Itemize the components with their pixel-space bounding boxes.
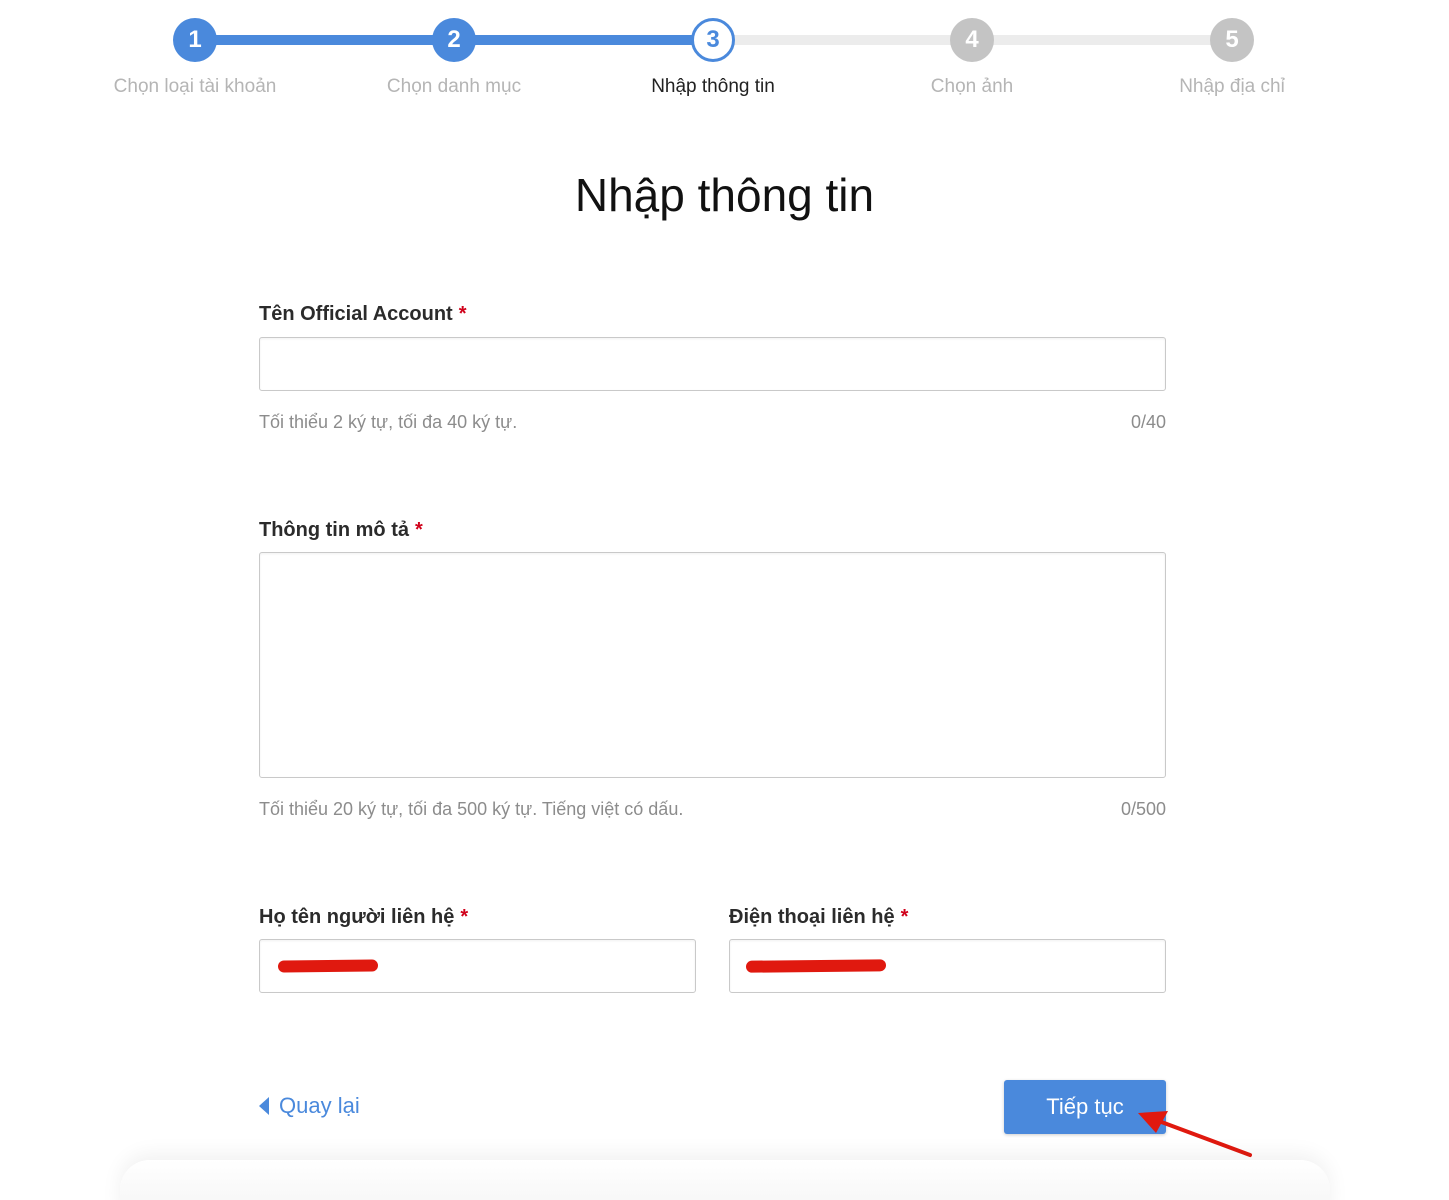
required-mark: * bbox=[414, 519, 423, 541]
redaction-mark bbox=[745, 959, 887, 973]
step-label: Chọn danh mục bbox=[386, 76, 522, 97]
contact-phone-label: Điện thoại liên hệ * bbox=[729, 906, 908, 929]
step-choose-image: 4 Chọn ảnh bbox=[872, 18, 1072, 98]
step-label: Chọn loại tài khoản bbox=[113, 76, 277, 97]
step-choose-account-type[interactable]: 1 Chọn loại tài khoản bbox=[95, 18, 295, 98]
description-helper: Tối thiểu 20 ký tự, tối đa 500 ký tự. Ti… bbox=[259, 799, 684, 819]
progress-stepper: 1 Chọn loại tài khoản 2 Chọn danh mục 3 … bbox=[0, 0, 1449, 110]
back-link-label: Quay lại bbox=[279, 1093, 360, 1118]
description-label: Thông tin mô tả * bbox=[259, 519, 423, 542]
bottom-panel-edge bbox=[120, 1160, 1330, 1200]
step-number-badge: 1 bbox=[173, 18, 217, 62]
step-number-badge: 3 bbox=[691, 18, 735, 62]
oa-name-label: Tên Official Account * bbox=[259, 303, 467, 326]
contact-name-label: Họ tên người liên hệ * bbox=[259, 906, 468, 929]
step-number-badge: 5 bbox=[1210, 18, 1254, 62]
step-number-badge: 4 bbox=[950, 18, 994, 62]
step-label: Nhập địa chỉ bbox=[1179, 76, 1285, 97]
field-label-text: Thông tin mô tả bbox=[259, 519, 409, 541]
description-textarea[interactable] bbox=[259, 552, 1166, 778]
page-title: Nhập thông tin bbox=[574, 169, 875, 221]
description-char-counter: 0/500 bbox=[1120, 799, 1166, 819]
oa-name-input[interactable] bbox=[259, 337, 1166, 391]
page: 1 Chọn loại tài khoản 2 Chọn danh mục 3 … bbox=[0, 0, 1449, 1200]
step-number-badge: 2 bbox=[432, 18, 476, 62]
step-label: Chọn ảnh bbox=[930, 76, 1014, 97]
step-label: Nhập thông tin bbox=[651, 76, 775, 97]
step-enter-info: 3 Nhập thông tin bbox=[613, 18, 813, 98]
required-mark: * bbox=[460, 906, 469, 928]
step-choose-category[interactable]: 2 Chọn danh mục bbox=[354, 18, 554, 98]
back-link[interactable]: Quay lại bbox=[259, 1093, 360, 1119]
field-label-text: Điện thoại liên hệ bbox=[729, 906, 895, 928]
oa-name-char-counter: 0/40 bbox=[1130, 412, 1166, 432]
caret-left-icon bbox=[259, 1097, 269, 1115]
oa-name-helper: Tối thiểu 2 ký tự, tối đa 40 ký tự. bbox=[259, 412, 518, 432]
field-label-text: Họ tên người liên hệ bbox=[259, 906, 455, 928]
field-label-text: Tên Official Account bbox=[259, 303, 453, 325]
annotation-arrow-icon bbox=[1138, 1111, 1252, 1157]
redaction-mark bbox=[277, 959, 379, 973]
step-enter-address: 5 Nhập địa chỉ bbox=[1132, 18, 1332, 98]
required-mark: * bbox=[458, 303, 467, 325]
required-mark: * bbox=[900, 906, 909, 928]
